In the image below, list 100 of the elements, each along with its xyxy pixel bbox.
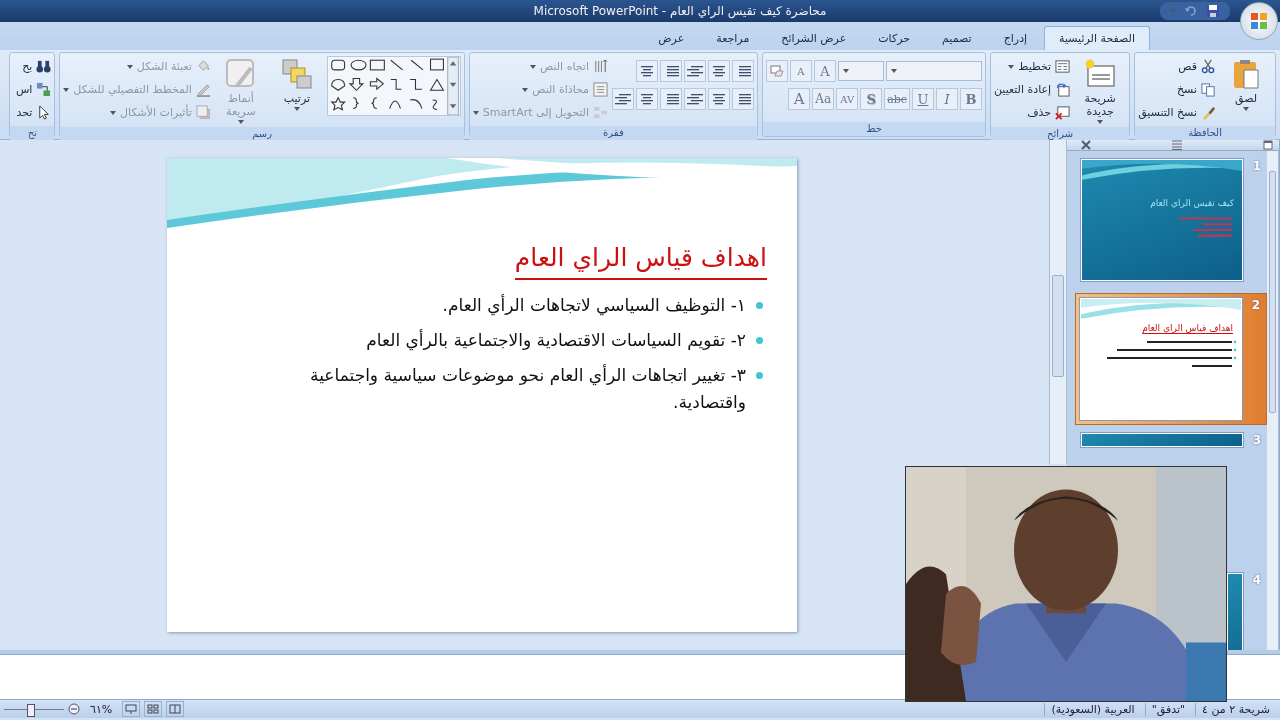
slide-number: 2	[1250, 298, 1260, 312]
scrollbar[interactable]	[1049, 140, 1067, 464]
align-left-icon	[687, 93, 703, 105]
font-style-button[interactable]: I	[936, 88, 958, 110]
caret-icon	[110, 110, 117, 115]
rtl-icon	[615, 93, 631, 105]
font-style-button[interactable]: Aa	[812, 88, 835, 110]
office-button[interactable]	[1240, 2, 1278, 40]
format-button[interactable]	[732, 88, 754, 110]
bullet-icon	[756, 337, 763, 344]
ribbon-button[interactable]: إعادة التعيين	[994, 79, 1071, 100]
group-label: رسم	[60, 127, 464, 141]
columns-icon	[639, 93, 655, 105]
group-label: شرائح	[991, 127, 1130, 141]
font-style-button[interactable]: S	[860, 88, 883, 110]
format-button[interactable]	[660, 88, 682, 110]
ribbon-button[interactable]: نسخ	[1138, 79, 1216, 100]
group-label: خط	[763, 122, 985, 136]
caret-icon	[1243, 107, 1249, 111]
view-button[interactable]	[166, 701, 185, 717]
ribbon-tab[interactable]: عرض الشرائح	[766, 26, 862, 50]
format-button[interactable]	[708, 60, 730, 82]
format-button[interactable]	[684, 60, 706, 82]
smartart-icon	[593, 105, 608, 120]
format-button[interactable]	[684, 88, 706, 110]
caret-icon	[843, 69, 849, 73]
zoom-out-icon[interactable]	[68, 703, 80, 715]
view-button[interactable]	[144, 701, 163, 717]
large-ribbon-button[interactable]: شريحة جديدة	[1074, 56, 1127, 124]
ribbon-tab[interactable]: عرض	[643, 26, 700, 50]
office-logo-icon	[1249, 11, 1269, 31]
font-name-field[interactable]	[886, 61, 982, 81]
font-style-button[interactable]: U	[912, 88, 934, 110]
format-button[interactable]	[660, 60, 682, 82]
font-style-button[interactable]: B	[960, 88, 982, 110]
ribbon-button[interactable]: اس	[15, 79, 52, 100]
ribbon-tab[interactable]: مراجعة	[701, 26, 765, 50]
effects-icon	[195, 105, 211, 120]
slide-indicator: شريحة ٢ من ٤	[1195, 702, 1276, 716]
ribbon-tab[interactable]: تصميم	[927, 26, 987, 50]
maximize-icon[interactable]	[1263, 140, 1273, 150]
format-button[interactable]	[732, 60, 754, 82]
caret-icon	[529, 64, 536, 69]
bullet-text: ١- التوظيف السياسي لاتجاهات الرأي العام.	[442, 293, 746, 318]
align-center-icon	[711, 93, 727, 105]
ribbon-button[interactable]: قص	[1138, 56, 1216, 77]
ribbon-tab[interactable]: حركات	[863, 26, 926, 50]
caret-icon	[237, 120, 244, 124]
font-style-button[interactable]: AV	[836, 88, 859, 110]
grow-font-button[interactable]: A	[814, 60, 836, 82]
ribbon-tab[interactable]: الصفحة الرئيسية	[1044, 26, 1150, 50]
caret-icon	[1170, 9, 1176, 13]
language-indicator: العربية (السعودية)	[1044, 702, 1141, 716]
brush-icon	[1201, 105, 1216, 120]
bullet-text: ٣- تغيير اتجاهات الرأي العام نحو موضوعات سياسية واجتماعية واقتصادية.	[309, 363, 746, 414]
scrollbar[interactable]	[1267, 151, 1279, 650]
ribbon-button[interactable]: نسخ التنسيق	[1138, 102, 1216, 123]
ribbon-button[interactable]: بح	[15, 56, 52, 77]
format-button[interactable]	[708, 88, 730, 110]
bullet-icon	[756, 302, 763, 309]
caret-icon	[1097, 120, 1104, 124]
close-icon[interactable]	[1081, 140, 1091, 150]
group-label: الحافظة	[1135, 126, 1275, 140]
format-button[interactable]	[636, 88, 658, 110]
large-ribbon-button[interactable]: لصق	[1220, 56, 1272, 111]
caret-icon	[63, 87, 70, 92]
shapes-gallery[interactable]	[326, 56, 461, 116]
caret-icon	[126, 64, 133, 69]
slide-title: اهداف قياس الراي العام	[514, 243, 767, 280]
font-size-field[interactable]	[838, 61, 884, 81]
save-icon[interactable]	[1206, 4, 1220, 18]
font-style-button[interactable]: abc	[884, 88, 910, 110]
slide-number: 4	[1251, 573, 1261, 587]
large-ribbon-button[interactable]: ترتيب	[270, 56, 323, 111]
binoculars-icon	[36, 59, 52, 74]
format-button[interactable]	[636, 60, 658, 82]
reading-view-icon	[169, 704, 182, 714]
outdent-icon	[687, 65, 703, 77]
group-label: تح	[10, 126, 55, 140]
ribbon-button[interactable]: حذف	[994, 102, 1071, 123]
caret-icon	[522, 87, 529, 92]
arrange-icon	[280, 58, 313, 90]
paint-bucket-icon	[195, 59, 211, 74]
slide-number: 1	[1251, 159, 1261, 173]
ribbon-tab[interactable]: إدراج	[988, 26, 1043, 50]
thumbnail-title: كيف تقيس الراي العام	[1150, 198, 1234, 208]
format-button[interactable]	[612, 88, 634, 110]
text-align-icon	[593, 82, 608, 97]
view-button[interactable]	[122, 701, 141, 717]
ribbon-button[interactable]: تخطيط	[994, 56, 1071, 77]
indent-icon	[711, 65, 727, 77]
slide-number: 3	[1251, 433, 1261, 447]
outline-tab-icon[interactable]	[1171, 140, 1183, 150]
font-style-button[interactable]: A	[788, 88, 811, 110]
thumbnail-title: اهداف قياس الراي العام	[1142, 323, 1233, 334]
ribbon-button[interactable]: تحد	[15, 102, 52, 123]
bullet-icon	[756, 372, 763, 379]
window-title: محاضرة كيف تقيس الراي العام - Microsoft PowerPoint	[532, 4, 828, 18]
cursor-icon	[36, 105, 52, 120]
shrink-font-button[interactable]: A	[790, 60, 812, 82]
